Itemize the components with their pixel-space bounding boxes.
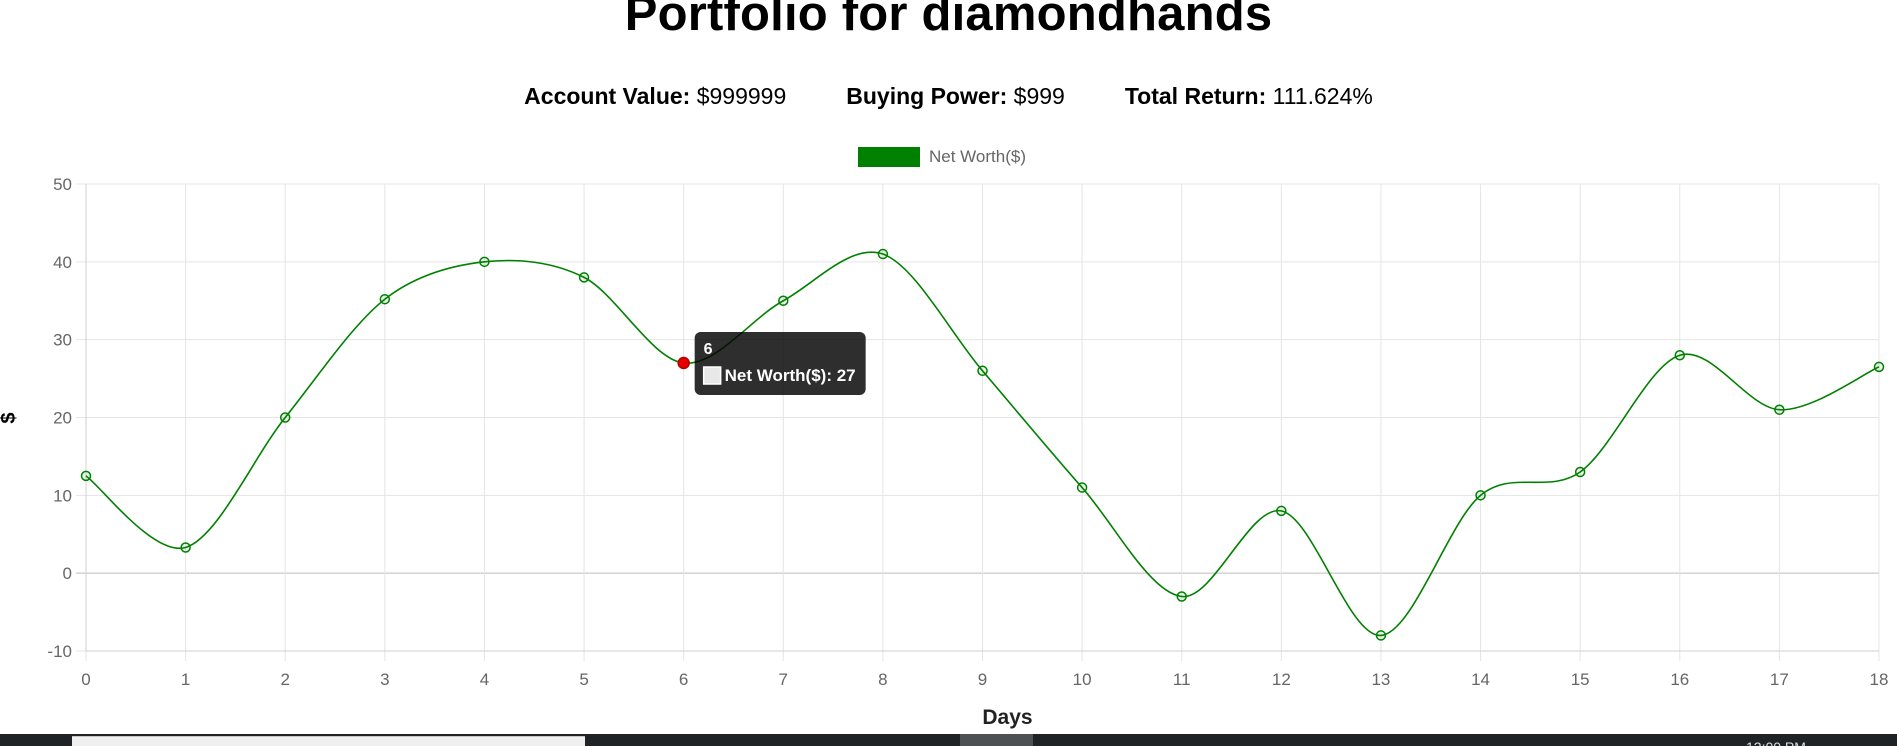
taskbar-button[interactable] xyxy=(960,734,1033,746)
data-point[interactable] xyxy=(1076,482,1088,493)
x-tick-label: 7 xyxy=(779,670,788,689)
x-tick-label: 6 xyxy=(679,670,688,689)
data-point[interactable] xyxy=(80,470,92,482)
x-tick-label: 0 xyxy=(81,670,90,689)
x-tick-label: 15 xyxy=(1571,670,1590,689)
x-tick-label: 14 xyxy=(1471,670,1490,689)
data-point[interactable] xyxy=(877,248,889,260)
x-tick-label: 2 xyxy=(280,670,289,689)
x-tick-label: 17 xyxy=(1770,670,1789,689)
data-point[interactable] xyxy=(1176,591,1187,602)
x-tick-label: 9 xyxy=(978,670,987,689)
x-tick-label: 1 xyxy=(181,670,190,689)
data-point[interactable] xyxy=(279,412,291,423)
x-tick-label: 16 xyxy=(1670,670,1689,689)
data-point[interactable] xyxy=(977,365,988,377)
data-point[interactable] xyxy=(1674,349,1686,361)
data-point[interactable] xyxy=(1475,490,1486,501)
x-tick-label: 18 xyxy=(1870,670,1889,689)
data-point[interactable] xyxy=(1574,466,1586,478)
y-tick-label: -10 xyxy=(47,642,72,661)
y-tick-label: 30 xyxy=(53,331,72,350)
data-point[interactable] xyxy=(1375,630,1387,641)
data-point[interactable] xyxy=(578,272,590,283)
x-tick-label: 3 xyxy=(380,670,389,689)
y-tick-label: 40 xyxy=(53,253,72,272)
data-point[interactable] xyxy=(479,256,490,268)
page: Portfolio for diamondhands Account Value… xyxy=(0,0,1897,746)
y-tick-label: 50 xyxy=(53,175,72,194)
x-tick-label: 10 xyxy=(1073,670,1092,689)
tooltip-box xyxy=(694,332,866,396)
data-point[interactable] xyxy=(778,295,789,306)
tooltip-label: Net Worth($): 27 xyxy=(725,366,856,385)
data-point[interactable] xyxy=(677,356,690,370)
x-tick-label: 13 xyxy=(1371,670,1390,689)
data-point[interactable] xyxy=(1873,361,1885,373)
taskbar-window-tab[interactable] xyxy=(72,736,585,746)
x-tick-label: 8 xyxy=(878,670,887,689)
y-tick-label: 10 xyxy=(53,486,72,505)
data-point[interactable] xyxy=(379,293,391,305)
taskbar-clock: 12:00 PM xyxy=(1746,738,1826,746)
line-chart[interactable]: -10010203040500 1 2 3 4 5 6 7 8 9 10 11 12 13 14 15 16 17… xyxy=(0,0,1897,734)
data-point[interactable] xyxy=(1774,404,1785,415)
y-tick-label: 20 xyxy=(53,409,72,428)
y-tick-label: 0 xyxy=(63,564,72,583)
data-point[interactable] xyxy=(1276,505,1287,517)
x-tick-label: 12 xyxy=(1272,670,1291,689)
data-point[interactable] xyxy=(180,542,191,553)
tooltip-title: 6 xyxy=(704,341,713,358)
x-tick-label: 11 xyxy=(1173,670,1191,689)
x-tick-label: 4 xyxy=(480,670,489,689)
x-tick-label: 5 xyxy=(579,670,588,689)
x-axis-title: Days xyxy=(982,706,1032,729)
tooltip-swatch xyxy=(702,366,722,385)
y-axis-title: $ xyxy=(0,412,20,423)
